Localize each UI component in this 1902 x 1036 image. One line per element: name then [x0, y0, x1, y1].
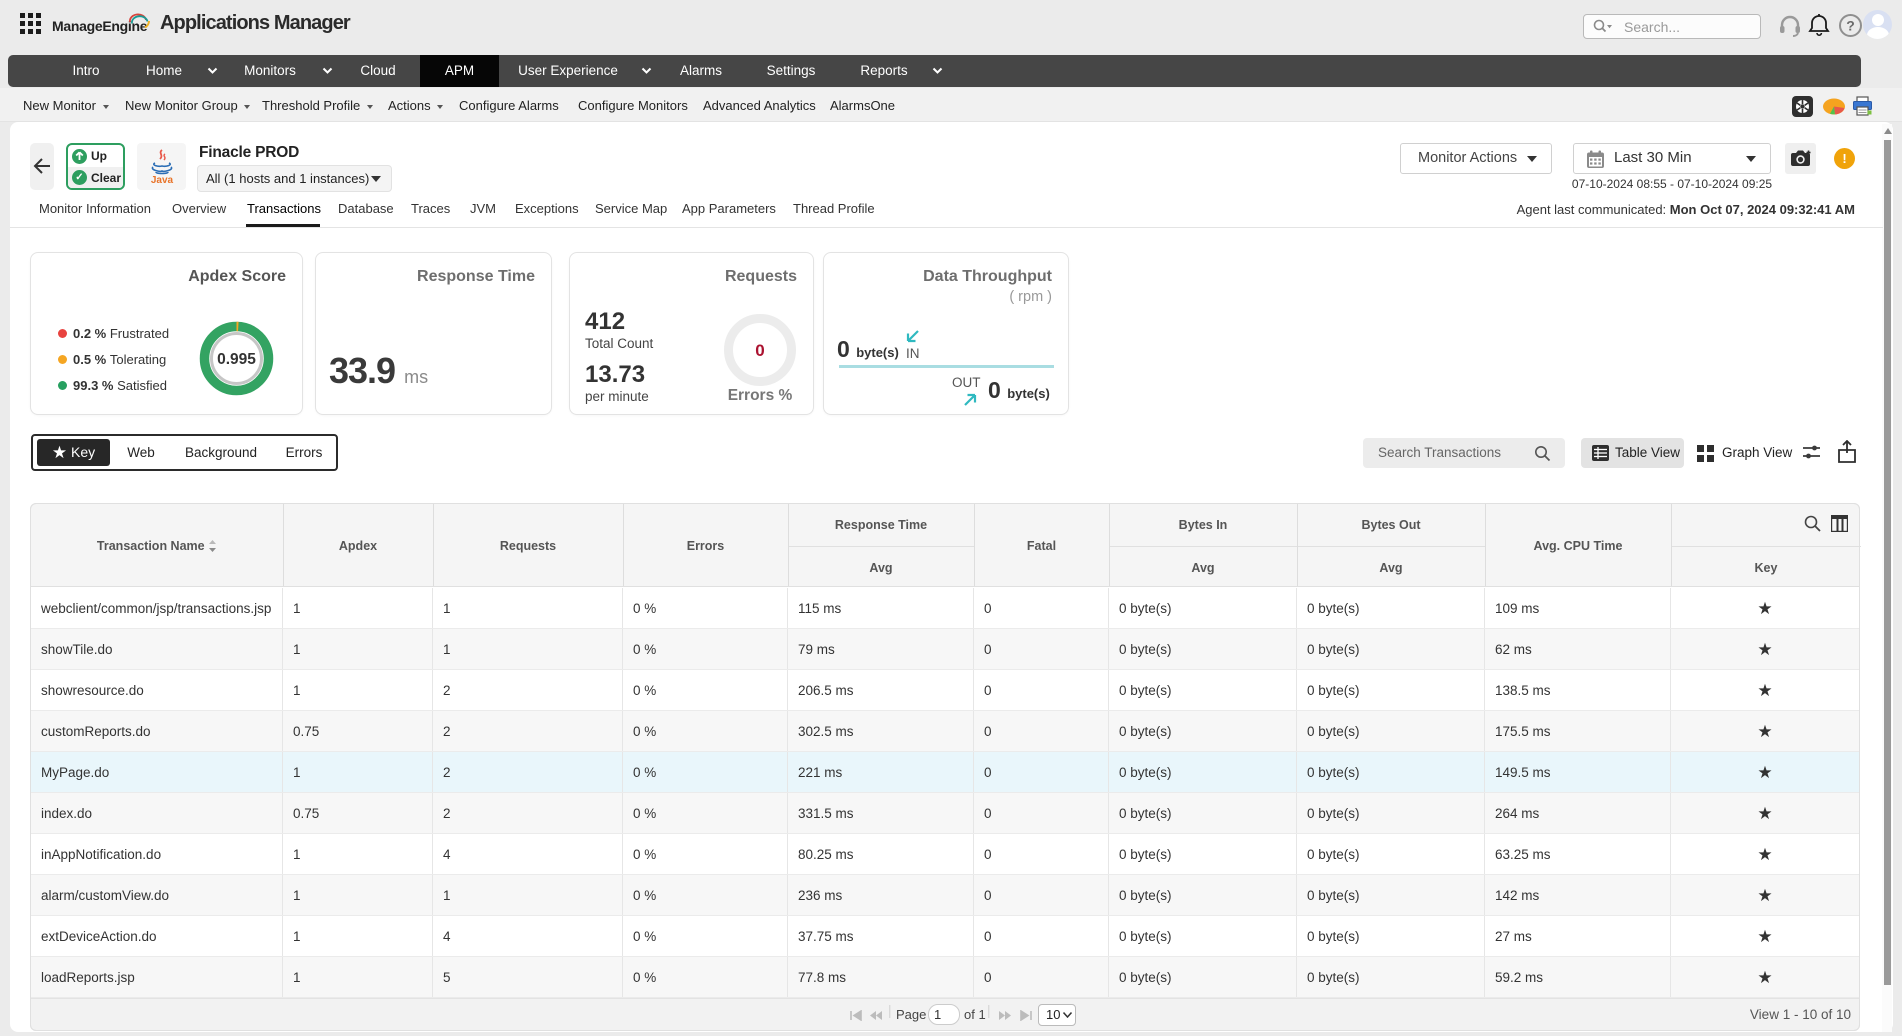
svg-text:0: 0: [755, 341, 764, 360]
svg-text:Java: Java: [151, 175, 174, 186]
svg-text:0.995: 0.995: [217, 351, 256, 368]
svg-text:?: ?: [1846, 18, 1855, 34]
